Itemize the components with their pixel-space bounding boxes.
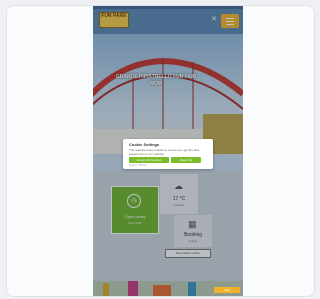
reject-button[interactable]: Reject All xyxy=(171,157,201,163)
cookie-text: This website uses cookies to ensure you … xyxy=(129,148,200,156)
cookie-links[interactable]: Imprint · Privacy xyxy=(129,164,147,167)
preview-card: FUN PARK ✕ GRANDE PIPISTRELLO FUN FAIR W… xyxy=(6,5,315,297)
cookie-dialog: Cookie Settings This website uses cookie… xyxy=(123,139,213,169)
mobile-page: FUN PARK ✕ GRANDE PIPISTRELLO FUN FAIR W… xyxy=(93,6,243,296)
chat-button[interactable]: Chat xyxy=(214,287,240,293)
accept-all-button[interactable]: Accept All Cookies xyxy=(129,157,169,163)
cookie-title: Cookie Settings xyxy=(129,142,160,147)
